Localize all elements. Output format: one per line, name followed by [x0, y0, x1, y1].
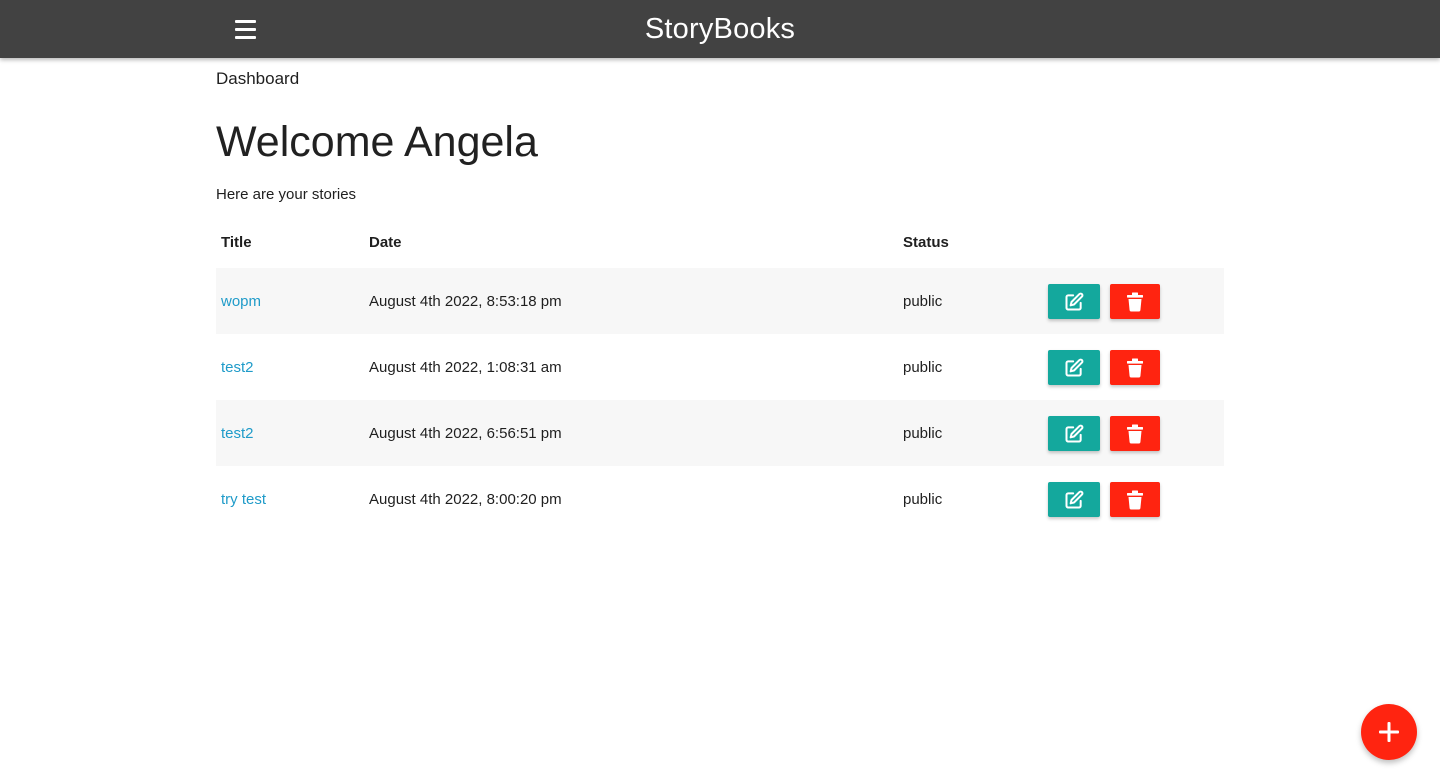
table-header: Title Date Status	[216, 224, 1224, 268]
story-title-link[interactable]: test2	[221, 425, 254, 442]
add-story-button[interactable]	[1361, 704, 1417, 760]
story-status: public	[903, 293, 943, 310]
page-title: Welcome Angela	[216, 118, 538, 166]
edit-icon	[1065, 358, 1084, 376]
trash-icon	[1127, 490, 1143, 510]
row-actions	[1048, 350, 1160, 385]
column-header-title: Title	[221, 234, 252, 251]
row-actions	[1048, 284, 1160, 319]
column-header-status: Status	[903, 234, 949, 251]
delete-button[interactable]	[1110, 350, 1160, 385]
story-date: August 4th 2022, 1:08:31 am	[369, 359, 562, 376]
story-date: August 4th 2022, 8:53:18 pm	[369, 293, 562, 310]
hamburger-menu-icon[interactable]	[230, 14, 260, 44]
brand-area: StoryBooks	[0, 0, 1440, 58]
story-title-link[interactable]: wopm	[221, 293, 261, 310]
trash-icon	[1127, 424, 1143, 444]
column-header-date: Date	[369, 234, 402, 251]
edit-button[interactable]	[1048, 284, 1100, 319]
delete-button[interactable]	[1110, 284, 1160, 319]
story-title-cell: test2	[221, 359, 254, 376]
plus-icon	[1379, 722, 1399, 742]
delete-button[interactable]	[1110, 482, 1160, 517]
story-status: public	[903, 491, 943, 508]
story-title-cell: try test	[221, 491, 266, 508]
edit-icon	[1065, 292, 1084, 310]
story-title-link[interactable]: try test	[221, 491, 266, 508]
story-date: August 4th 2022, 6:56:51 pm	[369, 425, 562, 442]
table-row: test2 August 4th 2022, 6:56:51 pm public	[216, 400, 1224, 466]
table-row: wopm August 4th 2022, 8:53:18 pm public	[216, 268, 1224, 334]
stories-table: Title Date Status wopm August 4th 2022, …	[216, 224, 1224, 532]
edit-icon	[1065, 424, 1084, 442]
edit-button[interactable]	[1048, 350, 1100, 385]
delete-button[interactable]	[1110, 416, 1160, 451]
story-status: public	[903, 359, 943, 376]
page-subtitle: Here are your stories	[216, 186, 357, 203]
story-title-cell: test2	[221, 425, 254, 442]
trash-icon	[1127, 358, 1143, 378]
top-navbar: StoryBooks	[0, 0, 1440, 58]
brand-logo[interactable]: StoryBooks	[645, 13, 795, 46]
row-actions	[1048, 482, 1160, 517]
table-row: try test August 4th 2022, 8:00:20 pm pub…	[216, 466, 1224, 532]
edit-icon	[1065, 490, 1084, 508]
table-row: test2 August 4th 2022, 1:08:31 am public	[216, 334, 1224, 400]
story-date: August 4th 2022, 8:00:20 pm	[369, 491, 562, 508]
row-actions	[1048, 416, 1160, 451]
edit-button[interactable]	[1048, 416, 1100, 451]
breadcrumb: Dashboard	[216, 69, 300, 88]
edit-button[interactable]	[1048, 482, 1100, 517]
story-title-link[interactable]: test2	[221, 359, 254, 376]
trash-icon	[1127, 292, 1143, 312]
story-title-cell: wopm	[221, 293, 261, 310]
story-status: public	[903, 425, 943, 442]
